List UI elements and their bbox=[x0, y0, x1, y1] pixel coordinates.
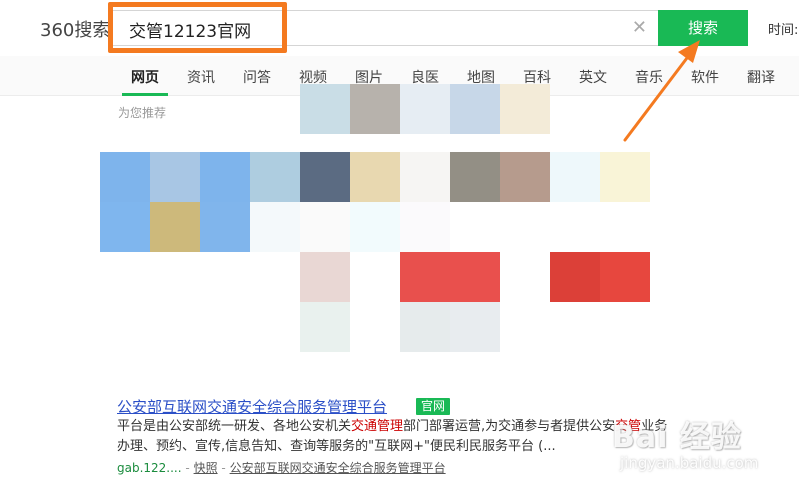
logo-text: 360搜索 bbox=[40, 20, 111, 41]
annotation-highlight-box bbox=[108, 2, 287, 53]
baidu-jingyan-watermark: Bai 经验 jingyan.baidu.com bbox=[612, 412, 782, 492]
watermark-main: Bai 经验 bbox=[612, 420, 742, 455]
search-header: 360搜索 ✕ 搜索 时间: bbox=[0, 0, 799, 56]
meta-separator: - bbox=[221, 461, 226, 475]
result-url: gab.122.... bbox=[117, 461, 182, 475]
screenshot-root: 360搜索 ✕ 搜索 时间: 网页 资讯 问答 视频 图片 良医 地图 百科 英… bbox=[0, 0, 799, 502]
tab-software[interactable]: 软件 bbox=[691, 67, 719, 87]
result-meta: gab.122.... - 快照 - 公安部互联网交通安全综合服务管理平台 bbox=[117, 459, 446, 476]
result-title-link[interactable]: 公安部互联网交通安全综合服务管理平台 bbox=[117, 396, 387, 417]
snippet-text-1: 平台是由公安部统一研发、各地公安机关 bbox=[117, 419, 352, 434]
official-site-badge: 官网 bbox=[416, 398, 451, 415]
breadcrumb-link[interactable]: 公安部互联网交通安全综合服务管理平台 bbox=[230, 461, 446, 475]
result-snippet: 平台是由公安部统一研发、各地公安机关交通管理部门部署运营,为交通参与者提供公安交… bbox=[117, 417, 677, 457]
watermark-url: jingyan.baidu.com bbox=[620, 454, 759, 472]
search-button[interactable]: 搜索 bbox=[658, 10, 748, 46]
time-filter-label[interactable]: 时间: bbox=[768, 19, 798, 38]
snapshot-link[interactable]: 快照 bbox=[194, 461, 218, 475]
tab-translate[interactable]: 翻译 bbox=[747, 67, 775, 87]
meta-separator: - bbox=[185, 461, 190, 475]
close-icon[interactable]: ✕ bbox=[632, 18, 647, 38]
search-logo[interactable]: 360搜索 bbox=[40, 16, 110, 42]
snippet-highlight-1: 交通管理 bbox=[351, 419, 404, 434]
recommend-label: 为您推荐 bbox=[118, 106, 167, 120]
pixelated-recommend-area bbox=[100, 84, 660, 374]
snippet-text-2: 部门部署运营,为交通参与者提供公安 bbox=[403, 419, 616, 434]
